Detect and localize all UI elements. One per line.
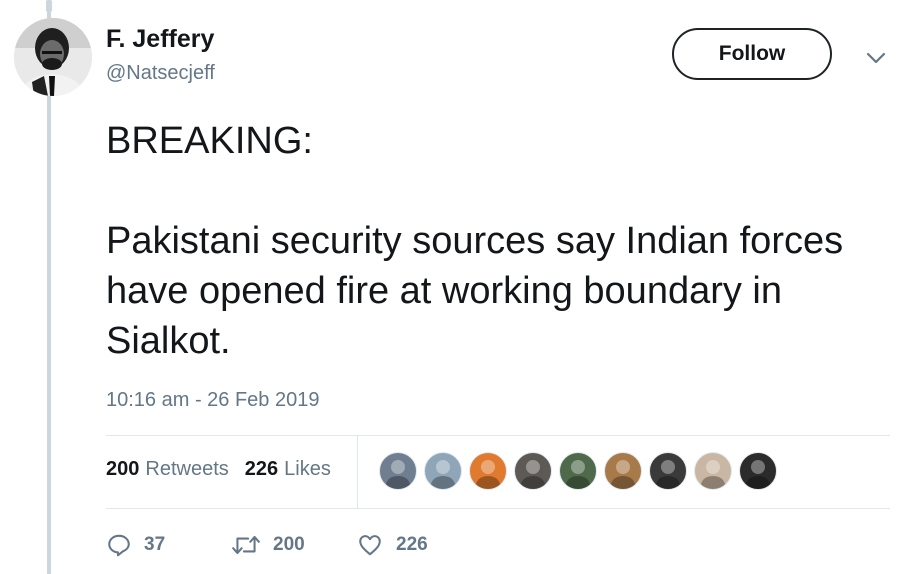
liker-avatar-3[interactable] (469, 452, 507, 490)
retweet-icon (232, 535, 260, 555)
tweet-line-body: Pakistani security sources say Indian fo… (106, 220, 844, 362)
likes-label: Likes (284, 458, 331, 480)
likes-stat[interactable]: 226 Likes (245, 458, 331, 481)
avatar-8-icon (700, 460, 726, 489)
tweet-line-breaking: BREAKING: (106, 120, 313, 162)
like-button[interactable]: 226 (356, 532, 428, 558)
liker-avatar-8[interactable] (694, 452, 732, 490)
liker-avatar-1[interactable] (379, 452, 417, 490)
retweet-count: 200 (273, 534, 305, 555)
author-handle[interactable]: @Natsecjeff (106, 62, 215, 85)
liker-avatar-4[interactable] (514, 452, 552, 490)
author-name[interactable]: F. Jeffery (106, 25, 214, 54)
liker-avatar-7[interactable] (649, 452, 687, 490)
avatar-portrait-icon (14, 18, 92, 96)
likes-count: 226 (244, 458, 279, 480)
avatar-4-icon (520, 460, 546, 489)
tweet-text: BREAKING: Pakistani security sources say… (106, 116, 886, 366)
avatar-2-icon (430, 460, 456, 489)
chevron-down-icon[interactable] (864, 46, 888, 70)
reply-icon (108, 534, 130, 557)
retweet-button[interactable]: 200 (231, 532, 356, 558)
follow-button[interactable]: Follow (672, 28, 832, 80)
liker-avatar-5[interactable] (559, 452, 597, 490)
avatar-5-icon (565, 460, 591, 489)
retweets-stat[interactable]: 200 Retweets (106, 458, 229, 481)
liker-avatar-2[interactable] (424, 452, 462, 490)
liker-avatar-9[interactable] (739, 452, 777, 490)
avatar-1-icon (385, 460, 411, 489)
heart-icon (359, 535, 381, 556)
engagement-stats: 200 Retweets 226 Likes (106, 458, 331, 481)
reply-button[interactable]: 37 (106, 532, 231, 558)
like-count: 226 (396, 534, 428, 555)
stats-vertical-divider (357, 436, 358, 508)
author-avatar[interactable] (14, 18, 92, 96)
liker-avatar-6[interactable] (604, 452, 642, 490)
avatar-3-icon (475, 460, 501, 489)
retweets-label: Retweets (145, 458, 229, 480)
retweets-count: 200 (106, 458, 140, 480)
reply-count: 37 (144, 534, 166, 555)
avatar-9-icon (745, 460, 771, 489)
avatar-6-icon (610, 460, 636, 489)
liker-avatars (379, 452, 784, 490)
stats-bottom-divider (106, 508, 890, 509)
stats-top-divider (106, 435, 890, 436)
tweet-timestamp[interactable]: 10:16 am - 26 Feb 2019 (106, 389, 319, 412)
tweet-actions: 37 200 226 (106, 532, 428, 558)
avatar-7-icon (655, 460, 681, 489)
